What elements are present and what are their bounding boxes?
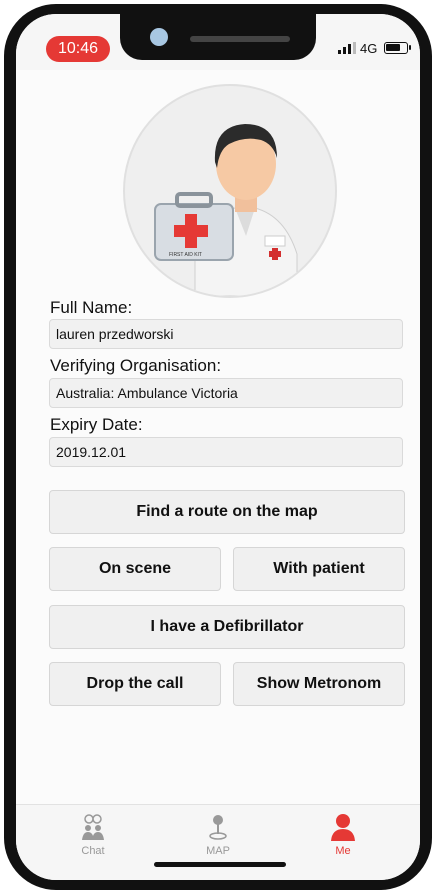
- tab-chat[interactable]: Chat: [48, 813, 138, 857]
- full-name-field: lauren przedworski: [49, 319, 403, 349]
- map-pin-icon: [204, 813, 232, 841]
- network-type: 4G: [360, 40, 378, 56]
- show-metronome-button[interactable]: Show Metronom: [233, 662, 405, 706]
- person-icon: [329, 813, 357, 841]
- app-screen: 10:46 4G FIRST AID KIT Full Name: lauren…: [16, 14, 420, 880]
- tab-me-label: Me: [335, 845, 351, 857]
- profile-avatar: FIRST AID KIT: [123, 84, 337, 298]
- drop-call-button[interactable]: Drop the call: [49, 662, 221, 706]
- camera-icon: [150, 28, 168, 46]
- expiry-date-label: Expiry Date:: [50, 415, 143, 434]
- speaker-icon: [190, 36, 290, 42]
- tab-map-label: MAP: [206, 845, 230, 857]
- battery-icon: [384, 42, 412, 54]
- status-bar: 10:46 4G: [16, 14, 420, 70]
- tab-chat-label: Chat: [81, 845, 105, 857]
- kit-label: FIRST AID KIT: [169, 252, 202, 258]
- defibrillator-button[interactable]: I have a Defibrillator: [49, 605, 405, 649]
- notch: [120, 14, 316, 60]
- organisation-label: Verifying Organisation:: [50, 356, 222, 375]
- full-name-label: Full Name:: [50, 298, 133, 317]
- organisation-field: Australia: Ambulance Victoria: [49, 378, 403, 408]
- home-indicator[interactable]: [154, 862, 286, 867]
- tab-bar: Chat MAP Me: [16, 804, 420, 880]
- status-indicators: 4G: [338, 40, 412, 56]
- chat-people-icon: [79, 813, 107, 841]
- status-time: 10:46: [46, 36, 110, 62]
- on-scene-button[interactable]: On scene: [49, 547, 221, 591]
- tab-map[interactable]: MAP: [173, 813, 263, 857]
- paramedic-avatar-icon: FIRST AID KIT: [154, 124, 298, 296]
- tab-me[interactable]: Me: [298, 813, 388, 857]
- with-patient-button[interactable]: With patient: [233, 547, 405, 591]
- signal-icon: [338, 42, 356, 54]
- find-route-button[interactable]: Find a route on the map: [49, 490, 405, 534]
- phone-frame: 10:46 4G FIRST AID KIT Full Name: lauren…: [4, 4, 432, 890]
- expiry-date-field: 2019.12.01: [49, 437, 403, 467]
